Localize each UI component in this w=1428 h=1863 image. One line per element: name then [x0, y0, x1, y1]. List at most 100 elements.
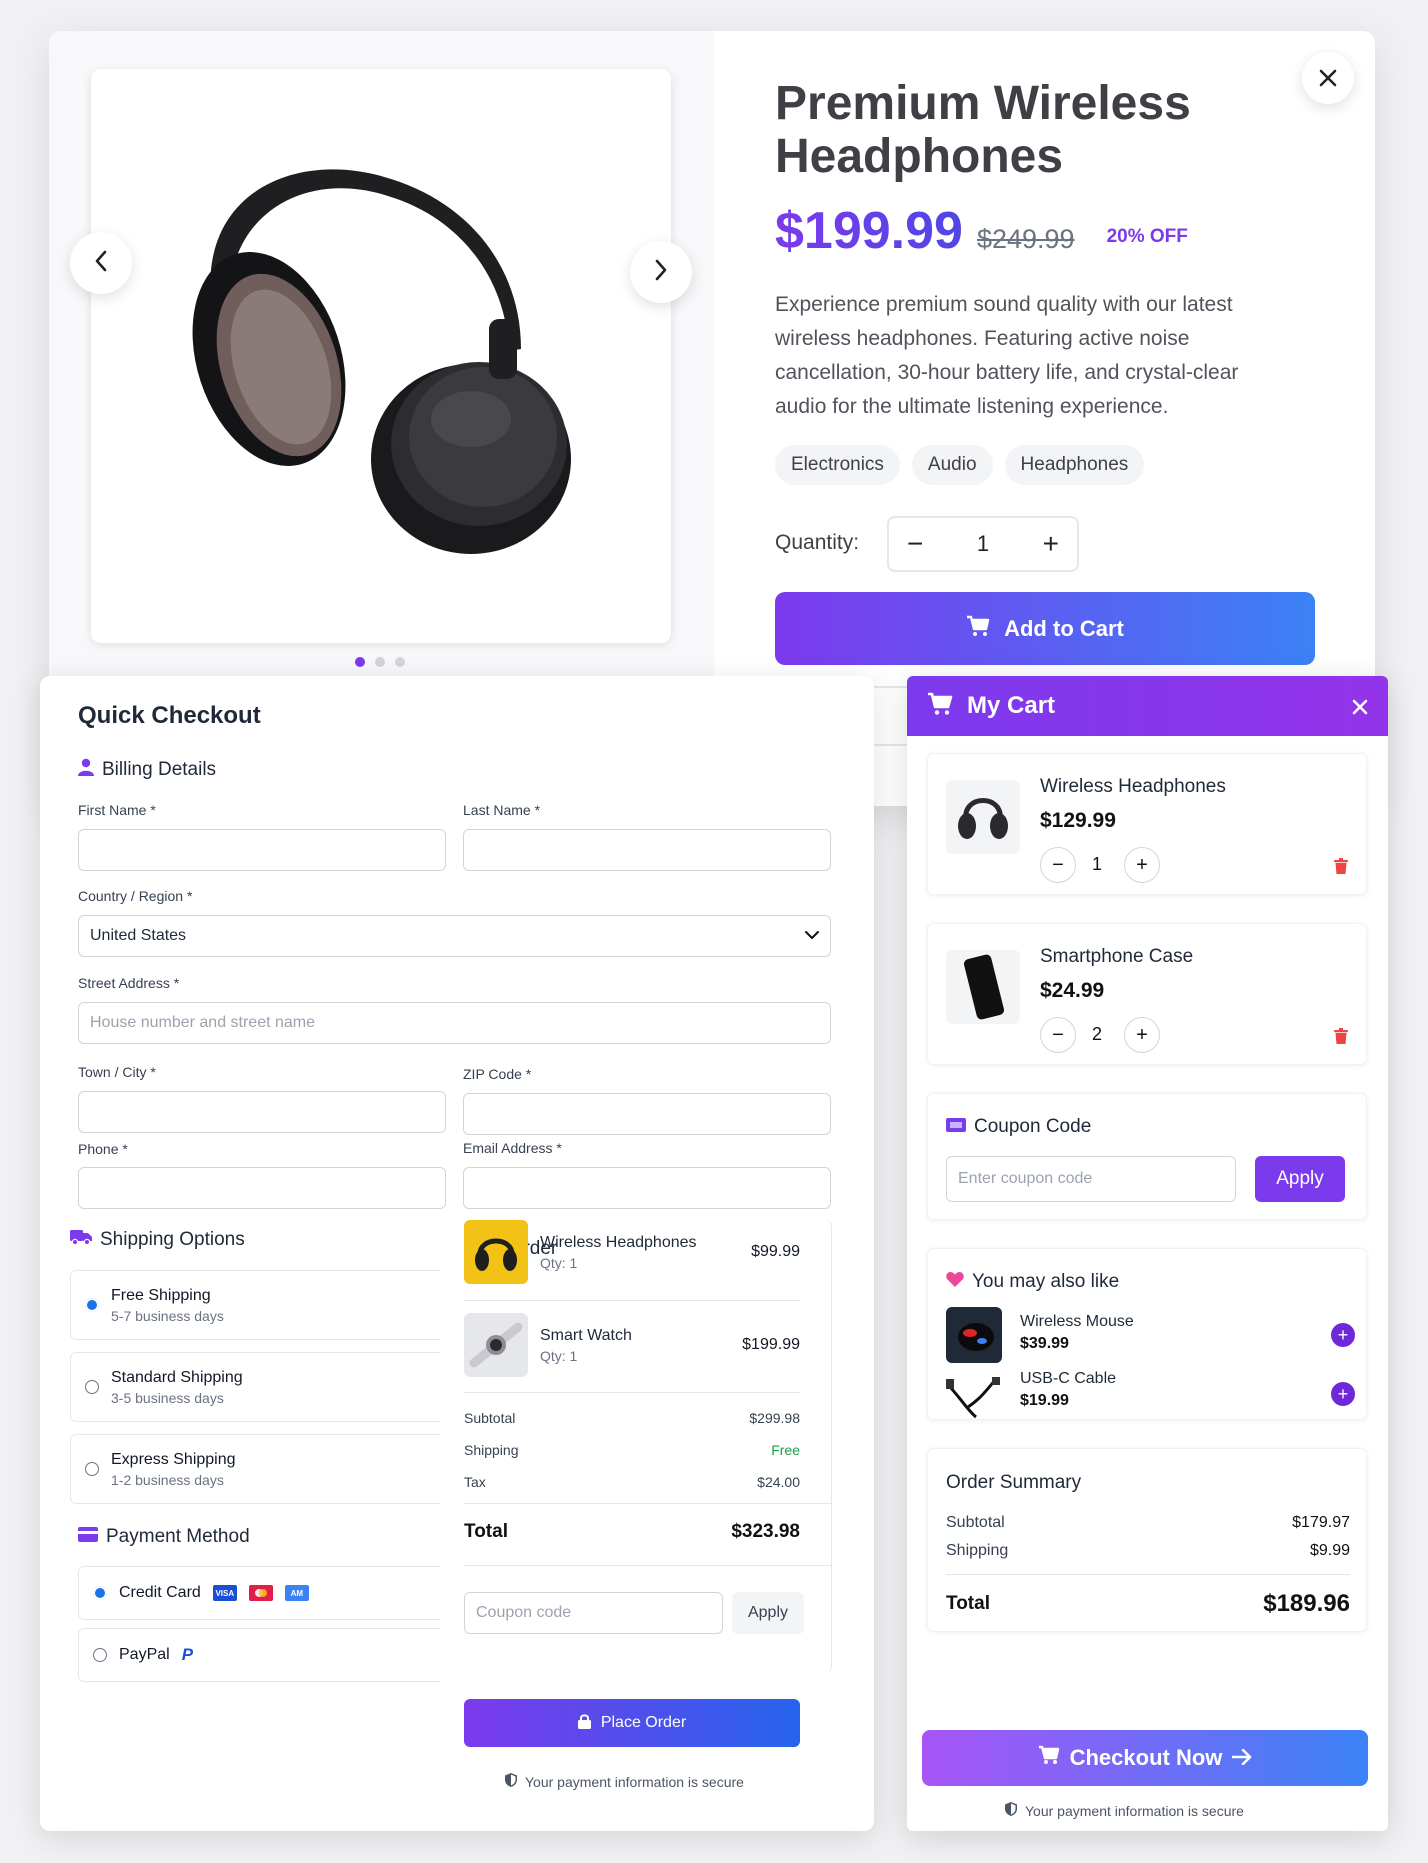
street-placeholder: House number and street name [90, 1014, 316, 1031]
shipping-option-name: Standard Shipping [111, 1368, 243, 1386]
phone-label: Phone * [78, 1141, 128, 1157]
recommendation-image [946, 1307, 1002, 1363]
zip-input[interactable] [463, 1093, 831, 1135]
cart-icon [1038, 1745, 1060, 1771]
quantity-decrease-button[interactable]: − [907, 528, 923, 560]
last-name-input[interactable] [463, 829, 831, 871]
gallery-next-button[interactable] [630, 241, 692, 303]
cart-item-price: $129.99 [1040, 809, 1116, 832]
coupon-heading: Coupon Code [946, 1116, 1091, 1138]
tag-audio[interactable]: Audio [911, 445, 993, 485]
tag-headphones[interactable]: Headphones [1004, 445, 1145, 485]
street-input[interactable]: House number and street name [78, 1002, 831, 1044]
payment-option-credit-card[interactable]: Credit Card VISA AM [78, 1566, 440, 1620]
radio-standard-shipping[interactable] [85, 1380, 99, 1394]
recommendation-image [946, 1377, 1002, 1421]
payment-option-paypal[interactable]: PayPal P [78, 1628, 440, 1682]
trash-icon[interactable] [1334, 858, 1348, 874]
radio-paypal[interactable] [93, 1648, 107, 1662]
shipping-value: $9.99 [1309, 1542, 1350, 1559]
first-name-input[interactable] [78, 829, 446, 871]
cart-summary-shipping: Shipping $9.99 [946, 1542, 1350, 1560]
order-coupon-input[interactable]: Coupon code [464, 1592, 723, 1634]
tag-electronics[interactable]: Electronics [775, 445, 900, 485]
cart-item-increase-button[interactable]: + [1124, 1017, 1160, 1053]
gallery-dots [355, 657, 405, 667]
quantity-value[interactable]: 1 [977, 531, 989, 557]
radio-express-shipping[interactable] [85, 1462, 99, 1476]
total-value: $189.96 [1263, 1590, 1350, 1617]
cart-item: Wireless Headphones $129.99 − 1 + [927, 753, 1367, 895]
subtotal-value: $179.97 [1292, 1514, 1350, 1531]
recommendation-name: USB-C Cable [1020, 1370, 1117, 1387]
product-description: Experience premium sound quality with ou… [775, 293, 1239, 418]
quantity-increase-button[interactable]: + [1043, 528, 1059, 560]
gallery-dot[interactable] [375, 657, 385, 667]
cart-icon [927, 692, 953, 721]
recommendation-price: $39.99 [1020, 1335, 1069, 1352]
radio-credit-card[interactable] [93, 1586, 107, 1600]
close-modal-button[interactable] [1302, 52, 1354, 104]
payment-option-name: Credit Card [119, 1584, 201, 1601]
payment-heading-text: Payment Method [106, 1526, 250, 1547]
cart-item-increase-button[interactable]: + [1124, 847, 1160, 883]
cart-item-qty: 2 [1092, 1024, 1103, 1044]
cart-coupon-apply-button[interactable]: Apply [1255, 1156, 1345, 1202]
shipping-option-standard[interactable]: Standard Shipping 3-5 business days [70, 1352, 440, 1422]
shipping-option-time: 5-7 business days [111, 1307, 224, 1324]
cart-item-name: Wireless Headphones [1040, 776, 1226, 797]
cart-item-decrease-button[interactable]: − [1040, 1017, 1076, 1053]
add-recommendation-button[interactable]: + [1331, 1323, 1355, 1347]
credit-card-icon [78, 1526, 98, 1548]
gallery-dot[interactable] [395, 657, 405, 667]
product-title: Premium Wireless Headphones [775, 77, 1191, 183]
divider [464, 1503, 832, 1504]
radio-free-shipping[interactable] [85, 1298, 99, 1312]
payment-option-name: PayPal [119, 1646, 170, 1663]
billing-heading: Billing Details [78, 758, 216, 782]
town-input[interactable] [78, 1091, 446, 1133]
trash-icon[interactable] [1334, 1028, 1348, 1044]
shipping-option-express[interactable]: Express Shipping 1-2 business days [70, 1434, 440, 1504]
close-cart-button[interactable] [1352, 691, 1368, 722]
cart-item-image [946, 780, 1020, 854]
product-price: $199.99 [775, 202, 963, 260]
checkout-now-button[interactable]: Checkout Now [922, 1730, 1368, 1786]
secure-note-text: Your payment information is secure [1025, 1802, 1244, 1819]
order-item: Smart Watch Qty: 1 $199.99 [464, 1313, 800, 1377]
shipping-heading-text: Shipping Options [100, 1229, 245, 1250]
recommend-heading-text: You may also like [972, 1271, 1120, 1292]
total-label: Total [946, 1593, 990, 1614]
cart-secure-note: Your payment information is secure [1005, 1802, 1244, 1819]
gallery-dot[interactable] [355, 657, 365, 667]
order-coupon-apply-button[interactable]: Apply [732, 1592, 804, 1634]
street-label: Street Address * [78, 975, 180, 991]
order-item: Wireless Headphones Qty: 1 $99.99 [464, 1220, 800, 1284]
chevron-left-icon [94, 248, 108, 279]
billing-heading-text: Billing Details [102, 759, 217, 780]
add-to-cart-button[interactable]: Add to Cart [775, 592, 1315, 665]
cart-summary-total: Total $189.96 [946, 1590, 1350, 1618]
divider [946, 1574, 1350, 1575]
shipping-label: Shipping [464, 1442, 519, 1458]
country-select[interactable]: United States [78, 915, 831, 957]
tax-value: $24.00 [757, 1474, 800, 1490]
shipping-option-free[interactable]: Free Shipping 5-7 business days [70, 1270, 440, 1340]
zip-label: ZIP Code * [463, 1066, 532, 1082]
order-item-qty: Qty: 1 [540, 1347, 578, 1364]
phone-input[interactable] [78, 1167, 446, 1209]
gallery-prev-button[interactable] [70, 232, 132, 294]
email-input[interactable] [463, 1167, 831, 1209]
place-order-button[interactable]: Place Order [464, 1699, 800, 1747]
cart-item-decrease-button[interactable]: − [1040, 847, 1076, 883]
quick-checkout-panel: Quick Checkout Billing Details First Nam… [40, 676, 874, 1831]
coupon-heading-text: Coupon Code [974, 1116, 1092, 1137]
town-label: Town / City * [78, 1064, 156, 1080]
checkout-title: Quick Checkout [78, 702, 261, 729]
quantity-label: Quantity: [775, 531, 860, 554]
paypal-icon: P [181, 1645, 194, 1664]
add-recommendation-button[interactable]: + [1331, 1382, 1355, 1406]
order-item-price: $199.99 [742, 1336, 800, 1353]
cart-coupon-input[interactable]: Enter coupon code [946, 1156, 1236, 1202]
shipping-option-time: 3-5 business days [111, 1389, 224, 1406]
